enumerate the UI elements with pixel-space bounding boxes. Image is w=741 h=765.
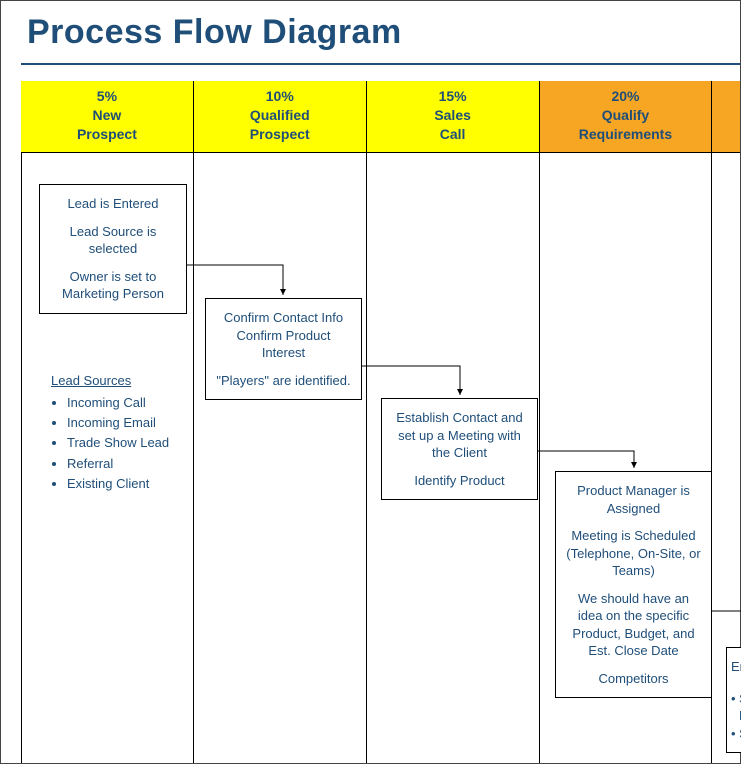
lead-source-item: Incoming Email — [67, 413, 201, 433]
column-header-5-percent: 5% New Prospect — [21, 81, 193, 153]
col-label-2: Call — [371, 125, 535, 144]
lead-sources-notes: Lead Sources Incoming Call Incoming Emai… — [51, 371, 201, 494]
box1-p1: Lead is Entered — [48, 195, 178, 213]
lead-source-item: Trade Show Lead — [67, 433, 201, 453]
col-label-2: Prospect — [25, 125, 189, 144]
lead-source-item: Referral — [67, 454, 201, 474]
lead-sources-list: Incoming Call Incoming Email Trade Show … — [51, 393, 201, 494]
lead-sources-title: Lead Sources — [51, 371, 201, 391]
col-label-1: New — [25, 106, 189, 125]
box4-p1: Product Manager is Assigned — [564, 482, 703, 517]
col-percent: 10% — [198, 87, 362, 106]
box-lead-entered: Lead is Entered Lead Source is selected … — [39, 184, 187, 314]
column-10-percent: 10% Qualified Prospect — [194, 81, 367, 763]
box1-p3: Owner is set to Marketing Person — [48, 268, 178, 303]
title-underline — [21, 63, 740, 65]
box-product-manager: Product Manager is Assigned Meeting is S… — [555, 471, 712, 698]
col-label-1: Sales — [371, 106, 535, 125]
column-header-overflow — [712, 81, 740, 153]
box5-p1a: Eng — [731, 659, 741, 674]
box2-p2: "Players" are identified. — [214, 372, 353, 390]
page-title: Process Flow Diagram — [1, 1, 740, 62]
column-header-15-percent: 15% Sales Call — [367, 81, 539, 153]
box4-p2: Meeting is Scheduled (Telephone, On-Site… — [564, 527, 703, 580]
box2-p1: Confirm Contact Info Confirm Product Int… — [214, 309, 353, 362]
box3-p1: Establish Contact and set up a Meeting w… — [390, 409, 529, 462]
box4-p3: We should have an idea on the specific P… — [564, 590, 703, 660]
col-label-2: Requirements — [544, 125, 708, 144]
process-flow-diagram: Process Flow Diagram 5% New Prospect 10%… — [0, 0, 741, 764]
column-header-10-percent: 10% Qualified Prospect — [194, 81, 366, 153]
box-confirm-contact: Confirm Contact Info Confirm Product Int… — [205, 298, 362, 400]
col-percent: 20% — [544, 87, 708, 106]
col-percent: 5% — [25, 87, 189, 106]
box4-p4: Competitors — [564, 670, 703, 688]
col-label-2: Prospect — [198, 125, 362, 144]
box-establish-contact: Establish Contact and set up a Meeting w… — [381, 398, 538, 500]
col-label-1: Qualified — [198, 106, 362, 125]
lead-source-item: Existing Client — [67, 474, 201, 494]
col-label-1: Qualify — [544, 106, 708, 125]
box3-p2: Identify Product — [390, 472, 529, 490]
column-header-20-percent: 20% Qualify Requirements — [540, 81, 712, 153]
col-percent: 15% — [371, 87, 535, 106]
lead-source-item: Incoming Call — [67, 393, 201, 413]
box1-p2: Lead Source is selected — [48, 223, 178, 258]
box-overflow-partial: Eng • S P • S — [726, 647, 741, 753]
